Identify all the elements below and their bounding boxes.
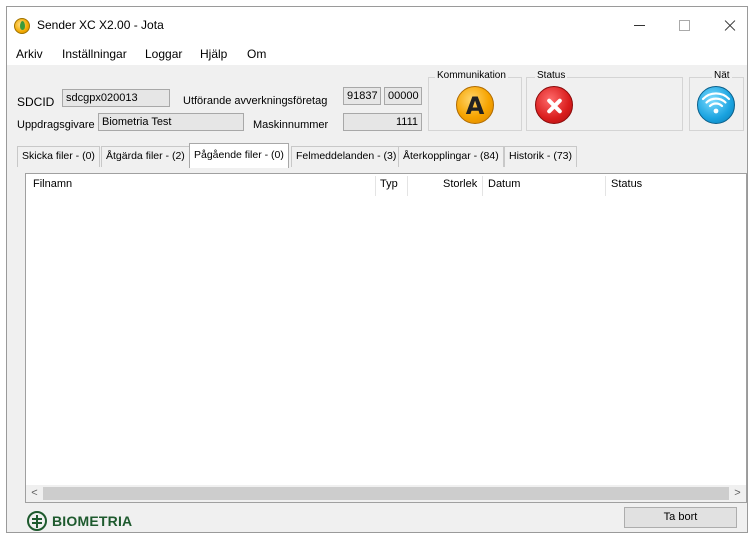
tab-atgarda-filer[interactable]: Åtgärda filer - (2) [101, 146, 190, 167]
kommunikation-label: Kommunikation [435, 70, 508, 81]
title-bar: Sender XC X2.00 - Jota [7, 7, 747, 43]
column-status[interactable]: Status [611, 178, 642, 190]
menu-bar: Arkiv Inställningar Loggar Hjälp Om [7, 43, 747, 65]
tab-felmeddelanden[interactable]: Felmeddelanden - (3) [291, 146, 402, 167]
tab-aterkopplingar[interactable]: Återkopplingar - (84) [398, 146, 504, 167]
menu-arkiv[interactable]: Arkiv [16, 47, 43, 61]
kommunikation-group: Kommunikation A [428, 70, 522, 131]
menu-hjalp[interactable]: Hjälp [200, 47, 227, 61]
utforande-field-1[interactable]: 91837 [343, 87, 381, 105]
wifi-glyph-icon [701, 92, 731, 114]
column-typ[interactable]: Typ [380, 178, 398, 190]
nat-label: Nät [712, 70, 732, 81]
tab-skicka-filer[interactable]: Skicka filer - (0) [17, 146, 100, 167]
scrollbar-thumb[interactable] [43, 487, 729, 500]
column-storlek[interactable]: Storlek [443, 178, 477, 190]
uppdragsgivare-field[interactable]: Biometria Test [98, 113, 244, 131]
scroll-right-icon[interactable]: > [729, 485, 746, 502]
ta-bort-button[interactable]: Ta bort [624, 507, 737, 528]
horizontal-scrollbar[interactable]: < > [26, 485, 746, 502]
biometria-logo: BIOMETRIA [27, 511, 167, 533]
column-separator [605, 176, 606, 196]
error-x-icon [535, 86, 573, 124]
nat-group: Nät [689, 70, 744, 131]
wifi-icon [697, 86, 735, 124]
column-datum[interactable]: Datum [488, 178, 520, 190]
column-filnamn[interactable]: Filnamn [33, 178, 72, 190]
menu-loggar[interactable]: Loggar [145, 47, 182, 61]
maximize-button[interactable] [665, 15, 705, 35]
utforande-label: Utförande avverkningsföretag [183, 95, 328, 107]
status-label: Status [535, 70, 568, 81]
logo-text: BIOMETRIA [52, 513, 133, 529]
maskinnummer-field[interactable]: 1111 [343, 113, 422, 131]
column-separator [407, 176, 408, 196]
menu-installningar[interactable]: Inställningar [62, 47, 127, 61]
tab-historik[interactable]: Historik - (73) [504, 146, 578, 167]
column-separator [375, 176, 376, 196]
window-title: Sender XC X2.00 - Jota [37, 18, 164, 32]
uppdragsgivare-label: Uppdragsgivare [17, 119, 95, 131]
app-icon [14, 18, 30, 34]
status-group: Status [526, 70, 683, 131]
close-button[interactable] [710, 15, 750, 35]
sdcid-label: SDCID [17, 95, 55, 109]
menu-om[interactable]: Om [247, 47, 266, 61]
biometria-tree-icon [27, 511, 47, 531]
a-letter-icon: A [456, 86, 494, 124]
utforande-field-2[interactable]: 00000 [384, 87, 422, 105]
kommunikation-letter: A [465, 92, 485, 120]
file-list[interactable]: Filnamn Typ Storlek Datum Status < > [25, 173, 747, 503]
minimize-button[interactable] [620, 15, 660, 35]
sdcid-field[interactable]: sdcgpx020013 [62, 89, 170, 107]
maskinnummer-label: Maskinnummer [253, 119, 329, 131]
tab-pagaende-filer[interactable]: Pågående filer - (0) [189, 143, 289, 168]
scroll-left-icon[interactable]: < [26, 485, 43, 502]
column-separator [482, 176, 483, 196]
app-window: Sender XC X2.00 - Jota Arkiv Inställning… [6, 6, 748, 533]
